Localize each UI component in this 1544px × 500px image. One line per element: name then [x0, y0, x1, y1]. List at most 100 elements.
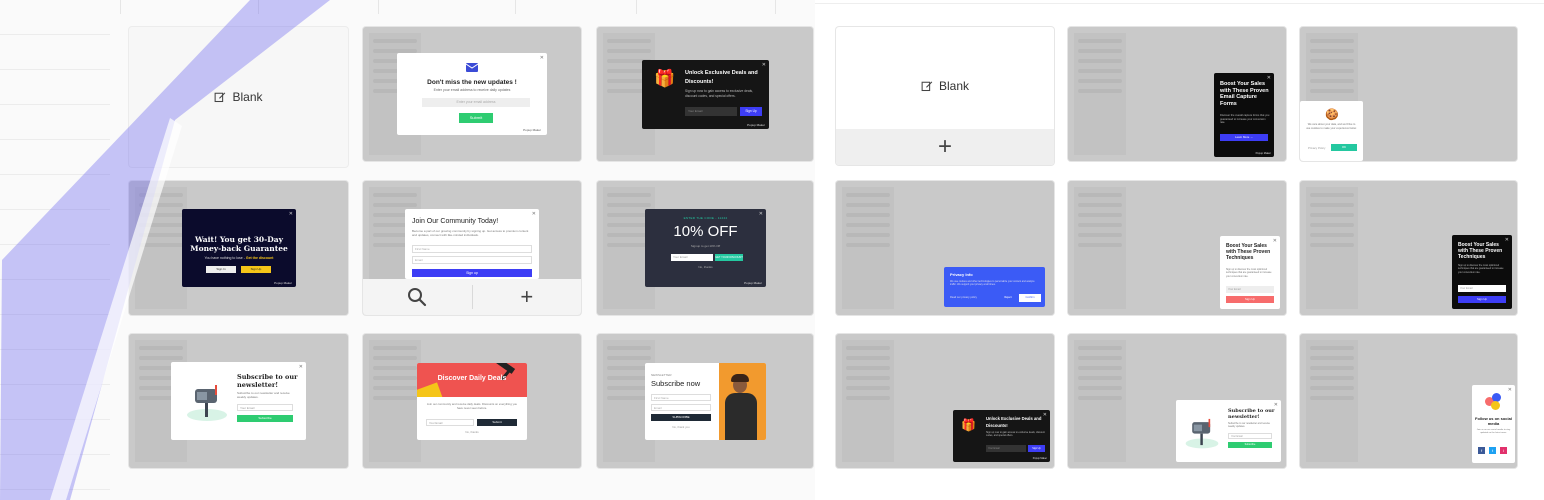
template-card-boost-dark[interactable]: ✕ Boost Your Sales with These Proven Ema… — [1068, 27, 1286, 161]
grid-divider — [515, 0, 516, 14]
daily-deals-popup: Discover Daily Deals Join our community … — [417, 363, 527, 440]
boost-light-popup: ✕ Boost Your Sales with These Proven Tec… — [1220, 236, 1280, 309]
mailbox-illustration — [187, 385, 227, 421]
top-strip — [815, 0, 1544, 4]
popup-title: Subscribe now — [651, 379, 701, 388]
email-input: Your Email — [1228, 433, 1272, 439]
email-input: Your Email — [685, 107, 737, 116]
close-icon: ✕ — [531, 211, 536, 217]
grid-divider — [258, 0, 259, 14]
edit-icon — [215, 92, 226, 103]
close-icon: ✕ — [539, 55, 544, 61]
add-template-button[interactable]: + — [473, 279, 582, 315]
template-card-blank[interactable]: Blank — [129, 27, 348, 167]
popup-subtitle: Signup to get 10% Off — [690, 244, 721, 248]
close-icon: ✕ — [298, 364, 303, 370]
popup-title: Join Our Community Today! — [412, 218, 499, 225]
card-hover-actions: + — [363, 279, 581, 315]
twitter-icon: t — [1489, 447, 1496, 454]
boost-dark-popup: ✕ Boost Your Sales with These Proven Ema… — [1214, 73, 1274, 157]
signup-button: Sign Up — [241, 266, 271, 273]
popup-title: Privacy Info — [950, 272, 973, 277]
gift-icon: 🎁 — [961, 418, 976, 432]
newsletter-popup: ✕ Don't miss the new updates ! Enter you… — [397, 53, 547, 135]
popup-title: Follow us on social media — [1475, 416, 1512, 426]
popup-body: Sign up now to gain access to exclusive … — [685, 89, 753, 98]
brand-label: Popup Maker — [747, 123, 765, 127]
close-icon: ✕ — [288, 211, 293, 217]
email-input: Your Email — [426, 419, 474, 426]
template-card-ten-off[interactable]: ✕ ENTER THE CODE - 11222 10% OFF Signup … — [597, 181, 813, 315]
edit-icon — [921, 81, 933, 92]
signin-button: Sign In — [206, 266, 236, 273]
popup-body: We use cookies and other technologies to… — [950, 280, 1035, 287]
popup-body: Join our community and receive daily dea… — [426, 402, 518, 410]
blank-text: Blank — [232, 90, 263, 104]
template-card-cookie[interactable]: 🍪 We care about your data, and we'd like… — [1300, 27, 1517, 161]
gift-icon: 🎁 — [654, 69, 676, 88]
add-template-button[interactable]: + — [836, 129, 1054, 165]
subscribe-button: Subscribe — [1228, 442, 1272, 448]
signup-button: Sign up — [412, 269, 532, 277]
preview-button[interactable] — [363, 279, 472, 315]
brand-label: Popup Maker — [1255, 152, 1271, 155]
ten-off-popup: ✕ ENTER THE CODE - 11222 10% OFF Signup … — [645, 209, 766, 287]
template-card-subscribe-mailbox[interactable]: ✕ Subscribe to our newsletter! Subscribe… — [129, 334, 348, 468]
popup-kicker: ENTER THE CODE - 11222 — [683, 216, 728, 220]
template-card-blank-right[interactable]: Blank + — [836, 27, 1054, 165]
privacy-link: Read our privacy policy — [950, 296, 977, 299]
social-popup: ✕ Follow us on social media Join us on o… — [1472, 385, 1515, 463]
popup-title: Boost Your Sales with These Proven Techn… — [1226, 243, 1271, 261]
subscribe-popup: ✕ Subscribe to our newsletter! Subscribe… — [1176, 400, 1281, 462]
template-card-newsletter-envelope[interactable]: ✕ Don't miss the new updates ! Enter you… — [363, 27, 581, 161]
brand-label: Popup Maker — [744, 281, 762, 285]
email-input: Your Email — [237, 404, 293, 411]
template-card-money-back[interactable]: ✕ Wait! You get 30-Day Money-back Guaran… — [129, 181, 348, 315]
popup-title: Unlock Exclusive Deals and Discounts! — [986, 416, 1042, 428]
brand-label: Popup Maker — [1032, 457, 1047, 460]
name-input: First Name — [651, 394, 711, 401]
gift-deals-popup: ✕ 🎁 Unlock Exclusive Deals and Discounts… — [642, 60, 769, 129]
template-card-daily-deals[interactable]: Discover Daily Deals Join our community … — [363, 334, 581, 468]
template-card-boost-black[interactable]: ✕ Boost Your Sales with These Proven Tec… — [1300, 181, 1517, 315]
email-input: Email — [651, 404, 711, 411]
popup-title: Boost Your Sales with These Proven Email… — [1220, 81, 1269, 107]
template-card-gift-deals[interactable]: ✕ 🎁 Unlock Exclusive Deals and Discounts… — [597, 27, 813, 161]
subscribe-button: SUBSCRIBE — [651, 414, 711, 421]
cookie-icon: 🍪 — [1325, 109, 1339, 121]
envelope-icon — [466, 63, 478, 72]
cookie-popup: 🍪 We care about your data, and we'd like… — [1300, 101, 1363, 161]
submit-button: Submit — [459, 113, 493, 123]
privacy-popup: Privacy Info We use cookies and other te… — [944, 267, 1045, 307]
close-icon: ✕ — [761, 62, 766, 68]
reject-button: Reject — [1004, 296, 1012, 299]
popup-body: We care about your data, and we'd like t… — [1306, 123, 1357, 130]
template-card-privacy-info[interactable]: Privacy Info We use cookies and other te… — [836, 181, 1054, 315]
email-input: Your Email — [671, 254, 713, 261]
template-card-boost-light[interactable]: ✕ Boost Your Sales with These Proven Tec… — [1068, 181, 1286, 315]
blank-text: Blank — [938, 79, 970, 93]
decline-link: No, thanks — [465, 430, 479, 434]
template-card-social[interactable]: ✕ Follow us on social media Join us on o… — [1300, 334, 1517, 468]
boost-black-popup: ✕ Boost Your Sales with These Proven Tec… — [1452, 235, 1512, 309]
gift-deals-popup: ✕ 🎁 Unlock Exclusive Deals and Discounts… — [953, 410, 1050, 462]
popup-title: Subscribe to our newsletter! — [1228, 408, 1275, 420]
popup-body: Subscribe to our newsletter and receive … — [237, 391, 290, 399]
email-input: Enter your email address — [422, 98, 530, 107]
instagram-icon: i — [1500, 447, 1507, 454]
popup-body: Sign up now to gain access to exclusive … — [986, 431, 1045, 438]
ok-button: OK — [1331, 144, 1357, 151]
close-icon: ✕ — [1507, 387, 1512, 393]
money-back-popup: ✕ Wait! You get 30-Day Money-back Guaran… — [182, 209, 296, 287]
grid-divider — [378, 0, 379, 14]
popup-title: Don't miss the new updates ! — [427, 79, 517, 86]
discount-button: GET YOUR DISCOUNT — [715, 254, 743, 261]
template-card-community[interactable]: ✕ Join Our Community Today! Become a par… — [363, 181, 581, 315]
brand-label: Popup Maker — [523, 128, 541, 132]
social-illustration — [1485, 393, 1502, 410]
popup-body: Sign up to discover the most optimized t… — [1458, 264, 1504, 274]
template-card-subscribe-now[interactable]: NEWSLETTER Subscribe now First Name Emai… — [597, 334, 813, 468]
template-card-subscribe-mailbox-small[interactable]: ✕ Subscribe to our newsletter! Subscribe… — [1068, 334, 1286, 468]
confirm-button: Confirm — [1019, 294, 1041, 302]
template-card-gift-deals-small[interactable]: ✕ 🎁 Unlock Exclusive Deals and Discounts… — [836, 334, 1054, 468]
